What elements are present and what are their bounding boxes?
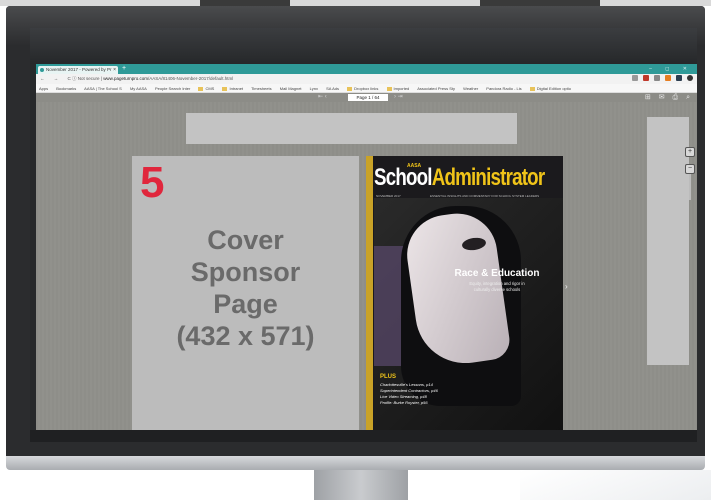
sponsor-line: Cover: [207, 225, 284, 255]
bookmark-item[interactable]: Mail Magnet: [280, 86, 302, 91]
nav-buttons[interactable]: ← → C: [40, 74, 75, 84]
bookmark-item[interactable]: Weather: [463, 86, 478, 91]
masthead-part2: Administrator: [431, 164, 545, 191]
screen-bottom: [30, 430, 697, 442]
toolbar-icons[interactable]: ⊞ ✉ ⎙ ⌕: [645, 93, 693, 102]
bookmark-item[interactable]: Associated Press Sty: [417, 86, 455, 91]
monitor-screen: November 2017 - Powered by Pr × + – ◻ ✕ …: [30, 28, 697, 442]
bookmark-item[interactable]: Timesheets: [251, 86, 272, 91]
extension-icons: [632, 75, 693, 81]
monitor-stand: [314, 470, 408, 500]
bookmarks-bar: Apps Bookmarks AASA | The School S My AA…: [36, 84, 697, 93]
sponsor-line: (432 x 571): [176, 321, 315, 351]
cover-date: NOVEMBER 2017: [376, 194, 401, 198]
extension-icon[interactable]: [676, 75, 682, 81]
bookmark-item[interactable]: Apps: [39, 86, 48, 91]
extension-icon[interactable]: [654, 75, 660, 81]
folder-icon: [386, 86, 392, 91]
sponsor-line: Page: [213, 289, 278, 319]
cover-plus-item: Superintendent Contractors, p46: [380, 388, 438, 393]
tab-bar: November 2017 - Powered by Pr × + – ◻ ✕: [36, 64, 697, 74]
next-page-arrow-icon[interactable]: ›: [565, 282, 568, 291]
sponsor-line: Sponsor: [190, 257, 301, 287]
cover-tagline: ESSENTIAL INSIGHTS AND COMMENTARY FOR SC…: [430, 194, 540, 198]
monitor-chin: [6, 456, 705, 470]
desk-surface: [520, 470, 711, 500]
new-tab-button[interactable]: +: [122, 65, 126, 73]
cover-plus-item: Charlottesville's Lessons, p14: [380, 382, 433, 387]
bookmark-item[interactable]: SA Ads: [326, 86, 339, 91]
sponsor-page-text: Cover Sponsor Page (432 x 571): [132, 224, 359, 352]
bookmark-item[interactable]: Imported: [394, 86, 410, 91]
extension-icon[interactable]: [643, 75, 649, 81]
window-controls[interactable]: – ◻ ✕: [649, 64, 693, 74]
browser-window: November 2017 - Powered by Pr × + – ◻ ✕ …: [36, 64, 697, 430]
bookmark-item[interactable]: Bookmarks: [56, 86, 76, 91]
next-page-buttons[interactable]: › ⇥: [394, 93, 403, 102]
side-ad-placeholder: [647, 117, 689, 365]
flipbook-viewer: 5 Cover Sponsor Page (432 x 571) AASA Sc…: [36, 102, 697, 430]
star-icon[interactable]: [632, 75, 638, 81]
bookmark-item[interactable]: Pandora Radio - Lis: [486, 86, 521, 91]
cover-spine: [366, 156, 373, 430]
favicon-icon: [40, 68, 44, 72]
url-path: /AASA/81406-November-2017/default.html: [147, 76, 234, 81]
cover-plus-item: Live Video Streaming, p48: [380, 394, 427, 399]
folder-icon: [529, 86, 535, 91]
cover-subhead: Equity, integration and rigor in cultura…: [438, 281, 556, 292]
url-domain: www.pageturnpro.com: [103, 76, 148, 81]
bookmark-item[interactable]: Lynx: [310, 86, 318, 91]
prev-page-buttons[interactable]: ⇤ ‹: [318, 93, 327, 102]
bookmark-item[interactable]: My AASA: [130, 86, 147, 91]
zoom-out-button[interactable]: −: [685, 164, 695, 174]
masthead-part1: School: [374, 164, 433, 191]
extension-icon[interactable]: [665, 75, 671, 81]
banner-ad-placeholder: [186, 113, 517, 144]
tab-close-icon[interactable]: ×: [113, 66, 116, 74]
magazine-cover[interactable]: AASA SchoolAdministrator NOVEMBER 2017 E…: [366, 156, 563, 430]
bookmark-item[interactable]: AASA | The School S: [84, 86, 122, 91]
cover-headline: Race & Education: [454, 268, 540, 279]
cover-plus-label: PLUS: [380, 374, 397, 380]
address-bar-row: ← → C ⓘ Not secure | www.pageturnpro.com…: [36, 74, 697, 84]
bookmark-item[interactable]: Intranet: [229, 86, 243, 91]
sponsor-page[interactable]: 5 Cover Sponsor Page (432 x 571): [132, 156, 359, 430]
flipbook-toolbar: ⇤ ‹ Page 1 / 64 › ⇥ ⊞ ✉ ⎙ ⌕: [36, 93, 697, 102]
bookmark-item[interactable]: Dropbox links: [354, 86, 378, 91]
cover-plus-item: Profile: Burke Royster, p56: [380, 400, 428, 405]
menu-icon[interactable]: [687, 75, 693, 81]
folder-icon: [222, 86, 228, 91]
bookmark-item[interactable]: CMS: [205, 86, 214, 91]
zoom-in-button[interactable]: +: [685, 147, 695, 157]
folder-icon: [198, 86, 204, 91]
security-label[interactable]: ⓘ Not secure: [72, 76, 100, 81]
cover-subhead-line: culturally diverse schools: [473, 286, 521, 292]
browser-tab[interactable]: November 2017 - Powered by Pr ×: [38, 66, 118, 74]
photo-stage: November 2017 - Powered by Pr × + – ◻ ✕ …: [0, 0, 711, 500]
cover-masthead: SchoolAdministrator: [374, 164, 545, 192]
tab-title: November 2017 - Powered by Pr: [46, 67, 112, 72]
sponsor-page-number: 5: [140, 158, 165, 207]
address-bar[interactable]: ⓘ Not secure | www.pageturnpro.com/AASA/…: [72, 75, 632, 83]
bookmark-item[interactable]: Digital Edition optio: [537, 86, 571, 91]
bookmark-item[interactable]: People Search Inter: [155, 86, 190, 91]
zoom-slider[interactable]: [689, 172, 691, 200]
page-indicator[interactable]: Page 1 / 64: [348, 94, 388, 101]
folder-icon: [347, 86, 353, 91]
screen-top-area: [30, 28, 697, 64]
